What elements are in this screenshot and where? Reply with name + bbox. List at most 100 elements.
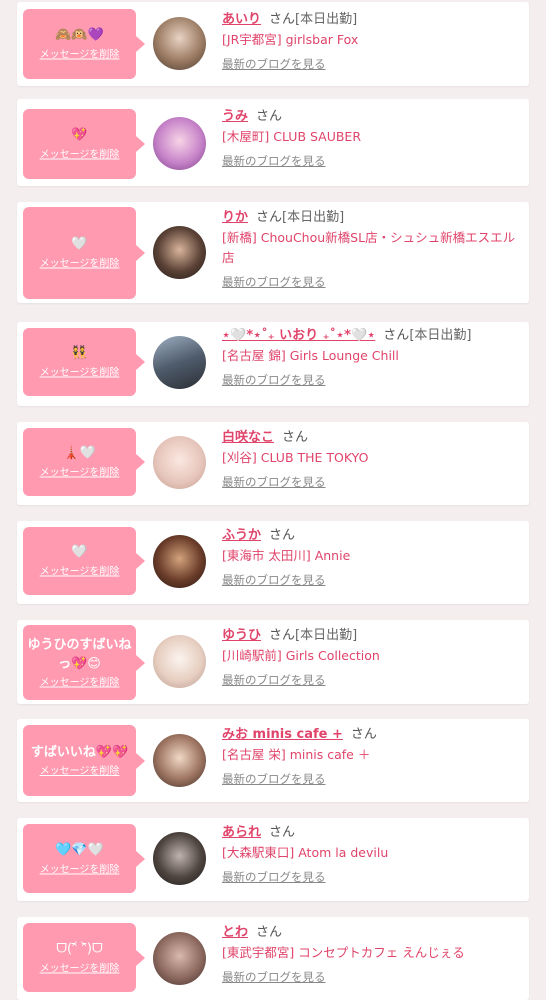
- shop-name: [JR宇都宮] girlsbar Fox: [222, 32, 359, 47]
- message-bubble: ゆうひのすばいねっ💖😊 メッセージを削除: [23, 625, 145, 700]
- message-text: 🗼🤍: [63, 445, 96, 461]
- message-text: 👯: [71, 345, 88, 361]
- message-bubble: 💖 メッセージを削除: [23, 109, 145, 179]
- delete-message-link[interactable]: メッセージを削除: [27, 863, 132, 877]
- message-card: 🗼🤍 メッセージを削除 白咲なこ さん [刈谷] CLUB THE TOKYO 最新のブロ…: [17, 422, 529, 505]
- latest-blog-link[interactable]: 最新のブログを見る: [222, 572, 326, 588]
- message-bubble: 🤍 メッセージを削除: [23, 527, 145, 595]
- girl-name-link[interactable]: みお minis cafe +: [222, 727, 343, 742]
- name-line: みお minis cafe + さん: [222, 725, 519, 744]
- delete-message-link[interactable]: メッセージを削除: [27, 467, 132, 481]
- girl-name-link[interactable]: あられ: [222, 825, 261, 840]
- latest-blog-link[interactable]: 最新のブログを見る: [222, 969, 326, 985]
- message-bubble: 🗼🤍 メッセージを削除: [23, 428, 145, 496]
- delete-message-link[interactable]: メッセージを削除: [27, 765, 132, 779]
- name-line: とわ さん: [222, 923, 519, 942]
- name-line: あいり さん[本日出勤]: [222, 10, 519, 29]
- honorific-label: さん: [269, 628, 296, 643]
- latest-blog-link[interactable]: 最新のブログを見る: [222, 372, 326, 388]
- avatar[interactable]: [153, 117, 206, 170]
- girl-name-link[interactable]: ⋆🤍*⋆˚₊ いおり ₊˚⋆*🤍⋆: [222, 328, 375, 343]
- girl-name-link[interactable]: とわ: [222, 925, 248, 940]
- delete-message-link[interactable]: メッセージを削除: [27, 149, 132, 163]
- honorific-label: さん: [383, 328, 410, 343]
- avatar[interactable]: [153, 336, 206, 389]
- honorific-label: さん: [282, 430, 309, 445]
- avatar[interactable]: [153, 635, 206, 688]
- name-line: ゆうひ さん[本日出勤]: [222, 626, 519, 645]
- profile-info: りか さん[本日出勤] [新橋] ChouChou新橋SL店・シュシュ新橋エスエル店…: [222, 208, 519, 290]
- work-status: [本日出勤]: [295, 12, 358, 27]
- girl-name-link[interactable]: あいり: [222, 12, 261, 27]
- girl-name-link[interactable]: ゆうひ: [222, 628, 261, 643]
- message-card: ゆうひのすばいねっ💖😊 メッセージを削除 ゆうひ さん[本日出勤] [川崎駅前] Gir…: [17, 620, 529, 704]
- avatar[interactable]: [153, 436, 206, 489]
- name-line: 白咲なこ さん: [222, 428, 519, 447]
- shop-name: [新橋] ChouChou新橋SL店・シュシュ新橋エスエル店: [222, 230, 516, 265]
- delete-message-link[interactable]: メッセージを削除: [27, 258, 132, 272]
- avatar[interactable]: [153, 17, 206, 70]
- latest-blog-link[interactable]: 最新のブログを見る: [222, 274, 326, 290]
- profile-info: ⋆🤍*⋆˚₊ いおり ₊˚⋆*🤍⋆ さん[本日出勤] [名古屋 錦] Girls L…: [222, 326, 519, 388]
- honorific-label: さん: [269, 825, 296, 840]
- honorific-label: さん: [350, 727, 377, 742]
- avatar[interactable]: [153, 734, 206, 787]
- profile-info: 白咲なこ さん [刈谷] CLUB THE TOKYO 最新のブログを見る: [222, 428, 519, 490]
- work-status: [本日出勤]: [282, 210, 345, 225]
- name-line: ふうか さん: [222, 526, 519, 545]
- girl-name-link[interactable]: ふうか: [222, 528, 261, 543]
- message-bubble: 🙈🙉💜 メッセージを削除: [23, 9, 145, 79]
- message-card: 🙈🙉💜 メッセージを削除 あいり さん[本日出勤] [JR宇都宮] girlsbar F…: [17, 2, 529, 86]
- message-text: 💖: [71, 127, 88, 143]
- girl-name-link[interactable]: 白咲なこ: [222, 430, 274, 445]
- latest-blog-link[interactable]: 最新のブログを見る: [222, 153, 326, 169]
- avatar[interactable]: [153, 832, 206, 885]
- name-line: ⋆🤍*⋆˚₊ いおり ₊˚⋆*🤍⋆ さん[本日出勤]: [222, 326, 519, 345]
- avatar[interactable]: [153, 226, 206, 279]
- message-text: ゆうひのすばいねっ💖😊: [27, 637, 132, 671]
- latest-blog-link[interactable]: 最新のブログを見る: [222, 672, 326, 688]
- delete-message-link[interactable]: メッセージを削除: [27, 962, 132, 976]
- work-status: [本日出勤]: [409, 328, 472, 343]
- girl-name-link[interactable]: うみ: [222, 109, 248, 124]
- delete-message-link[interactable]: メッセージを削除: [27, 676, 132, 690]
- shop-name: [東海市 太田川] Annie: [222, 548, 351, 563]
- delete-message-link[interactable]: メッセージを削除: [27, 49, 132, 63]
- avatar[interactable]: [153, 535, 206, 588]
- shop-name: [川崎駅前] Girls Collection: [222, 648, 380, 663]
- latest-blog-link[interactable]: 最新のブログを見る: [222, 869, 326, 885]
- avatar[interactable]: [153, 932, 206, 985]
- profile-info: あいり さん[本日出勤] [JR宇都宮] girlsbar Fox 最新のブログを見る: [222, 10, 519, 72]
- honorific-label: さん: [256, 210, 283, 225]
- message-card: 💖 メッセージを削除 うみ さん [木屋町] CLUB SAUBER 最新のブログを見る: [17, 99, 529, 186]
- honorific-label: さん: [269, 12, 296, 27]
- message-text: 🙈🙉💜: [55, 27, 104, 43]
- profile-info: みお minis cafe + さん [名古屋 栄] minis cafe ＋ 最新の…: [222, 725, 519, 787]
- message-card: 🩵💎🤍 メッセージを削除 あられ さん [大森駅東口] Atom la devilu 最新…: [17, 818, 529, 901]
- message-text: 🤍: [71, 544, 88, 560]
- latest-blog-link[interactable]: 最新のブログを見る: [222, 771, 326, 787]
- name-line: りか さん[本日出勤]: [222, 208, 519, 227]
- message-card: 👯 メッセージを削除 ⋆🤍*⋆˚₊ いおり ₊˚⋆*🤍⋆ さん[本日出勤] [名古屋 錦…: [17, 322, 529, 406]
- girl-name-link[interactable]: りか: [222, 210, 248, 225]
- delete-message-link[interactable]: メッセージを削除: [27, 566, 132, 580]
- shop-name: [大森駅東口] Atom la devilu: [222, 845, 389, 860]
- message-bubble: ᗜ(ᵔ᷄ ᵔ᷅)ᗜ メッセージを削除: [23, 923, 145, 992]
- message-text: 🤍: [71, 236, 88, 252]
- delete-message-link[interactable]: メッセージを削除: [27, 367, 132, 381]
- name-line: うみ さん: [222, 107, 519, 126]
- message-bubble: 🤍 メッセージを削除: [23, 207, 145, 299]
- message-text: ᗜ(ᵔ᷄ ᵔ᷅)ᗜ: [56, 941, 103, 956]
- name-line: あられ さん: [222, 823, 519, 842]
- profile-info: うみ さん [木屋町] CLUB SAUBER 最新のブログを見る: [222, 107, 519, 169]
- honorific-label: さん: [256, 109, 283, 124]
- message-text: すばいいね💖💖: [30, 744, 129, 760]
- message-bubble: 👯 メッセージを削除: [23, 328, 145, 396]
- message-card: ᗜ(ᵔ᷄ ᵔ᷅)ᗜ メッセージを削除 とわ さん [東武宇都宮] コンセプトカフェ えん…: [17, 917, 529, 1000]
- shop-name: [刈谷] CLUB THE TOKYO: [222, 450, 369, 465]
- profile-info: ふうか さん [東海市 太田川] Annie 最新のブログを見る: [222, 526, 519, 588]
- honorific-label: さん: [269, 528, 296, 543]
- shop-name: [東武宇都宮] コンセプトカフェ えんじぇる: [222, 945, 465, 960]
- latest-blog-link[interactable]: 最新のブログを見る: [222, 56, 326, 72]
- latest-blog-link[interactable]: 最新のブログを見る: [222, 474, 326, 490]
